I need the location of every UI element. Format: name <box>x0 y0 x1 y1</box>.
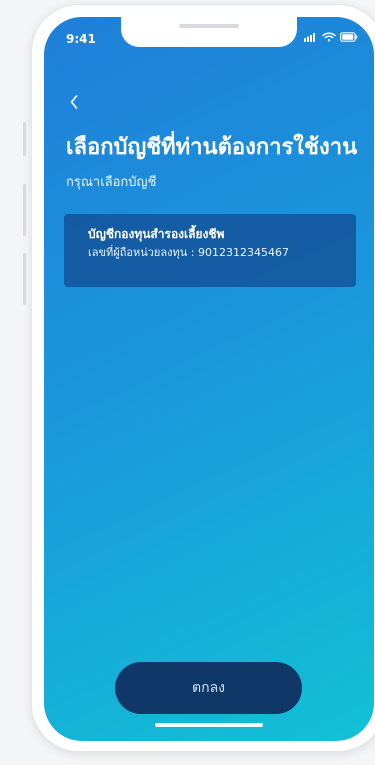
account-card[interactable]: บัญชีกองทุนสำรองเลี้ยงชีพ เลขที่ผู้ถือหน… <box>64 214 356 287</box>
phone-side-button-top <box>23 122 26 156</box>
back-button[interactable] <box>62 90 86 114</box>
phone-side-button-bottom <box>23 253 26 305</box>
battery-icon <box>340 32 358 42</box>
phone-notch <box>121 17 297 47</box>
speaker-grille <box>179 24 239 28</box>
page-subtitle: กรุณาเลือกบัญชี <box>66 175 157 190</box>
phone-screen: 9:41 เลือกบัญชีที่ท่านต้องการใช้งาน กรุณ… <box>44 17 374 741</box>
wifi-icon <box>322 32 336 42</box>
status-icons <box>304 32 358 42</box>
account-title: บัญชีกองทุนสำรองเลี้ยงชีพ <box>88 227 225 241</box>
page-title: เลือกบัญชีที่ท่านต้องการใช้งาน <box>66 135 358 160</box>
phone-side-button-middle <box>23 184 26 236</box>
status-time: 9:41 <box>66 32 96 46</box>
signal-icon <box>304 32 318 42</box>
mockup-stage: 9:41 เลือกบัญชีที่ท่านต้องการใช้งาน กรุณ… <box>0 0 375 765</box>
confirm-button[interactable]: ตกลง <box>115 662 302 714</box>
chevron-left-icon <box>68 94 80 110</box>
account-holder-number: เลขที่ผู้ถือหน่วยลงทุน : 9012312345467 <box>88 246 289 259</box>
home-indicator <box>155 723 263 727</box>
